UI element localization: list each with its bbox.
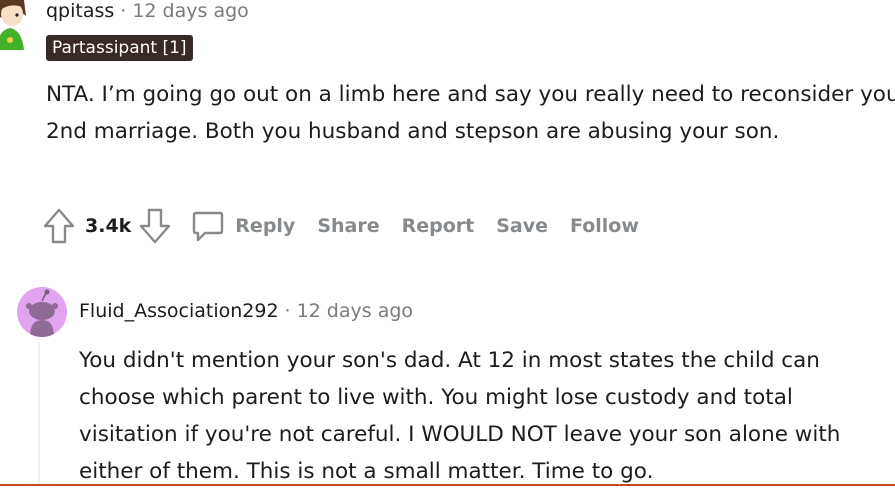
meta-separator: · bbox=[120, 0, 127, 22]
comment-paragraph: NTA. I’m going go out on a limb here and… bbox=[46, 82, 895, 144]
comment-paragraph: You didn't mention your son's dad. At 12… bbox=[79, 348, 841, 484]
downvote-arrow-icon bbox=[140, 208, 171, 244]
reply-label: Reply bbox=[235, 215, 296, 237]
share-button[interactable]: Share bbox=[317, 215, 379, 237]
comment-body: You didn't mention your son's dad. At 12… bbox=[79, 342, 895, 490]
downvote-button[interactable] bbox=[139, 208, 171, 244]
reply-button[interactable]: Reply bbox=[191, 209, 295, 243]
comment-actions: 3.4k Reply Share Report Save Follow bbox=[43, 206, 639, 246]
vote-count: 3.4k bbox=[85, 215, 132, 237]
upvote-button[interactable] bbox=[43, 208, 75, 244]
thread-line[interactable] bbox=[38, 342, 40, 486]
timestamp[interactable]: 12 days ago bbox=[297, 300, 413, 322]
username[interactable]: Fluid_Association292 bbox=[79, 300, 279, 322]
comment-bubble-icon bbox=[193, 211, 224, 242]
timestamp[interactable]: 12 days ago bbox=[132, 0, 248, 22]
report-button[interactable]: Report bbox=[402, 215, 475, 237]
comment-body: NTA. I’m going go out on a limb here and… bbox=[46, 76, 895, 150]
follow-button[interactable]: Follow bbox=[570, 215, 639, 237]
user-flair: Partassipant [1] bbox=[46, 35, 193, 61]
user-avatar[interactable] bbox=[17, 287, 67, 337]
username[interactable]: qpitass bbox=[46, 0, 114, 22]
comment-meta: Fluid_Association292 · 12 days ago bbox=[79, 300, 413, 322]
meta-separator: · bbox=[284, 300, 291, 322]
save-button[interactable]: Save bbox=[496, 215, 548, 237]
snoo-avatar-icon bbox=[26, 289, 58, 337]
cartoon-avatar-icon bbox=[0, 0, 26, 50]
user-avatar[interactable] bbox=[0, 0, 32, 54]
comment-meta: qpitass · 12 days ago bbox=[46, 0, 249, 22]
upvote-arrow-icon bbox=[43, 208, 75, 244]
